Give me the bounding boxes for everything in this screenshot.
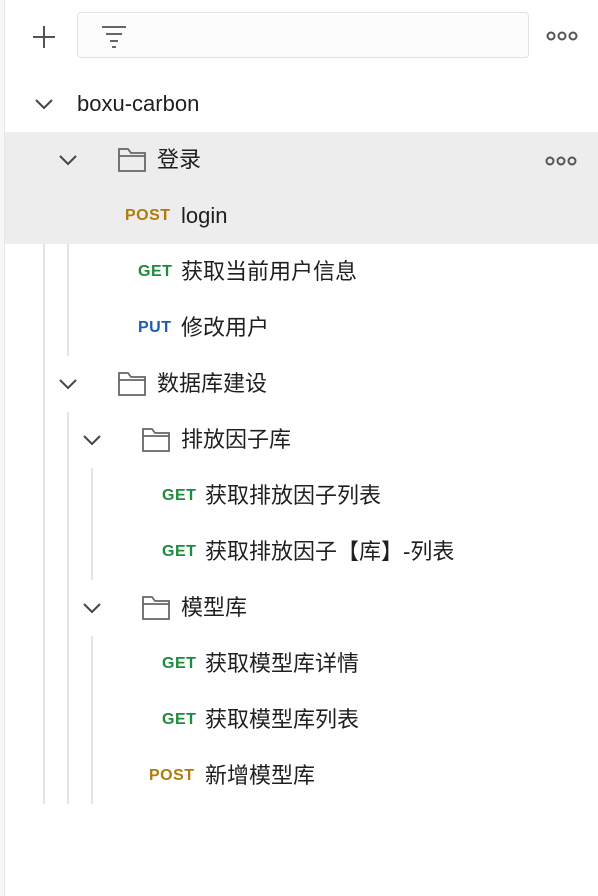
api-item[interactable]: GET 获取模型库列表 — [5, 692, 598, 748]
api-name: 修改用户 — [181, 315, 270, 340]
api-name: 获取排放因子【库】-列表 — [205, 539, 455, 564]
project-name: boxu-carbon — [77, 91, 200, 116]
api-name: 新增模型库 — [205, 763, 316, 788]
method-badge: GET — [162, 487, 197, 504]
folder-label: 模型库 — [181, 595, 248, 620]
method-badge: GET — [162, 711, 197, 728]
api-item[interactable]: POST login — [5, 188, 598, 244]
api-item[interactable]: GET 获取排放因子列表 — [5, 468, 598, 524]
filter-icon — [102, 26, 126, 48]
api-item[interactable]: GET 获取模型库详情 — [5, 636, 598, 692]
folder-icon — [118, 372, 146, 396]
chevron-down-icon[interactable] — [57, 374, 79, 394]
plus-icon[interactable] — [31, 24, 57, 50]
api-name: 获取模型库详情 — [205, 651, 360, 676]
api-item[interactable]: GET 获取当前用户信息 — [5, 244, 598, 300]
method-badge: POST — [125, 207, 171, 224]
api-name: login — [181, 203, 228, 228]
method-badge: POST — [149, 767, 195, 784]
chevron-down-icon[interactable] — [81, 598, 103, 618]
folder-label: 数据库建设 — [157, 371, 268, 396]
chevron-down-icon[interactable] — [81, 430, 103, 450]
folder-model[interactable]: 模型库 — [5, 580, 598, 636]
folder-label: 排放因子库 — [181, 427, 292, 452]
folder-icon — [142, 428, 170, 452]
folder-icon — [118, 148, 146, 172]
method-badge: GET — [162, 655, 197, 672]
folder-database[interactable]: 数据库建设 — [5, 356, 598, 412]
api-item[interactable]: POST 新增模型库 — [5, 748, 598, 804]
more-icon[interactable] — [545, 152, 577, 170]
folder-icon — [142, 596, 170, 620]
method-badge: GET — [162, 543, 197, 560]
api-name: 获取模型库列表 — [205, 707, 360, 732]
api-item[interactable]: GET 获取排放因子【库】-列表 — [5, 524, 598, 580]
project-row[interactable]: boxu-carbon — [5, 76, 598, 132]
api-item[interactable]: PUT 修改用户 — [5, 300, 598, 356]
method-badge: GET — [138, 263, 173, 280]
api-tree-panel: boxu-carbon 登录 POST login GET 获取当前用户信息 P… — [4, 0, 598, 896]
folder-emission[interactable]: 排放因子库 — [5, 412, 598, 468]
folder-label: 登录 — [157, 147, 202, 172]
filter-input[interactable] — [77, 12, 529, 58]
chevron-down-icon[interactable] — [33, 94, 55, 114]
api-name: 获取当前用户信息 — [181, 259, 358, 284]
api-name: 获取排放因子列表 — [205, 483, 382, 508]
chevron-down-icon[interactable] — [57, 150, 79, 170]
toolbar — [5, 0, 598, 76]
more-icon[interactable] — [545, 24, 579, 48]
folder-login[interactable]: 登录 — [5, 132, 598, 188]
method-badge: PUT — [138, 319, 172, 336]
